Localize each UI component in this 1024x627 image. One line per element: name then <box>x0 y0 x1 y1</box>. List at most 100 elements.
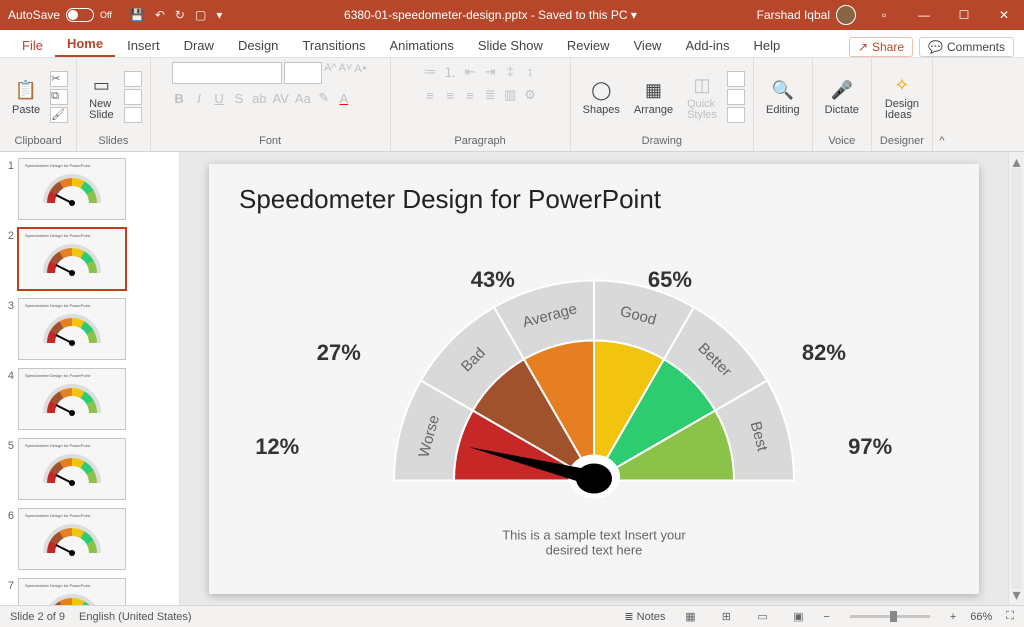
shapes-button[interactable]: ◯Shapes <box>579 76 624 118</box>
indent-right-icon[interactable]: ⇥ <box>483 64 497 80</box>
percent-label-3[interactable]: 65% <box>648 267 692 293</box>
tab-insert[interactable]: Insert <box>115 34 172 57</box>
highlight-icon[interactable]: ✎ <box>317 90 331 106</box>
comments-button[interactable]: 💬Comments <box>919 37 1014 57</box>
tab-slideshow[interactable]: Slide Show <box>466 34 555 57</box>
grow-font-icon[interactable]: A^ <box>324 62 337 84</box>
shadow-icon[interactable]: ab <box>252 91 266 106</box>
ribbon-options-icon[interactable]: ▫ <box>864 0 904 30</box>
zoom-level[interactable]: 66% <box>970 611 992 623</box>
maximize-icon[interactable]: ☐ <box>944 0 984 30</box>
save-icon[interactable]: 💾 <box>130 8 145 22</box>
minimize-icon[interactable]: — <box>904 0 944 30</box>
shape-effects-icon[interactable] <box>727 107 745 123</box>
columns-icon[interactable]: ▥ <box>503 87 517 103</box>
thumbnail-slide-3[interactable]: 3 Speedometer Design for PowerPoint <box>4 298 179 360</box>
sorter-view-icon[interactable]: ⊞ <box>715 610 737 623</box>
copy-icon[interactable]: ⧉ <box>50 89 68 105</box>
text-direction-icon[interactable]: ↕ <box>523 64 537 79</box>
autosave-toggle[interactable]: AutoSave Off <box>0 8 120 22</box>
align-right-icon[interactable]: ≡ <box>463 88 477 103</box>
thumbnail-slide-4[interactable]: 4 Speedometer Design for PowerPoint <box>4 368 179 430</box>
dictate-button[interactable]: 🎤Dictate <box>821 76 863 118</box>
align-center-icon[interactable]: ≡ <box>443 88 457 103</box>
strike-icon[interactable]: S <box>232 91 246 106</box>
zoom-in-icon[interactable]: + <box>950 611 956 623</box>
italic-icon[interactable]: I <box>192 91 206 106</box>
tab-transitions[interactable]: Transitions <box>290 34 377 57</box>
font-color-icon[interactable]: A <box>337 91 351 106</box>
thumbnail-slide-7[interactable]: 7 Speedometer Design for PowerPoint <box>4 578 179 605</box>
tab-addins[interactable]: Add-ins <box>673 34 741 57</box>
justify-icon[interactable]: ≣ <box>483 87 497 103</box>
cut-icon[interactable]: ✂ <box>50 71 68 87</box>
notes-button[interactable]: ≣ Notes <box>624 610 665 623</box>
slide-title[interactable]: Speedometer Design for PowerPoint <box>239 184 949 215</box>
user-account[interactable]: Farshad Iqbal <box>749 5 864 25</box>
share-button[interactable]: ↗Share <box>849 37 913 57</box>
underline-icon[interactable]: U <box>212 91 226 106</box>
shape-outline-icon[interactable] <box>727 89 745 105</box>
tab-design[interactable]: Design <box>226 34 290 57</box>
close-icon[interactable]: ✕ <box>984 0 1024 30</box>
bold-icon[interactable]: B <box>172 91 186 106</box>
align-left-icon[interactable]: ≡ <box>423 88 437 103</box>
slide-counter[interactable]: Slide 2 of 9 <box>10 611 65 623</box>
language-status[interactable]: English (United States) <box>79 611 192 623</box>
percent-label-2[interactable]: 43% <box>471 267 515 293</box>
scrollbar-track[interactable] <box>1011 168 1022 589</box>
font-size-input[interactable] <box>284 62 322 84</box>
qat-dropdown-icon[interactable]: ▾ <box>216 8 222 22</box>
slide-subtext[interactable]: This is a sample text Insert your desire… <box>354 528 834 558</box>
start-slideshow-icon[interactable]: ▢ <box>195 8 206 22</box>
slideshow-view-icon[interactable]: ▣ <box>787 610 809 623</box>
thumbnail-slide-2[interactable]: 2 Speedometer Design for PowerPoint <box>4 228 179 290</box>
fit-window-icon[interactable]: ⛶ <box>1006 610 1014 623</box>
clear-format-icon[interactable]: A‣ <box>354 62 368 84</box>
speedometer-chart[interactable]: WorseBadAverageGoodBetterBest This is a … <box>354 251 834 558</box>
percent-label-1[interactable]: 27% <box>317 340 361 366</box>
zoom-slider[interactable] <box>850 615 930 618</box>
editing-button[interactable]: 🔍Editing <box>762 76 804 118</box>
tab-animations[interactable]: Animations <box>378 34 466 57</box>
arrange-button[interactable]: ▦Arrange <box>630 76 677 118</box>
thumbnail-slide-6[interactable]: 6 Speedometer Design for PowerPoint <box>4 508 179 570</box>
chevron-down-icon[interactable]: ▾ <box>631 8 637 22</box>
percent-label-5[interactable]: 97% <box>848 434 892 460</box>
slide-canvas[interactable]: Speedometer Design for PowerPoint WorseB… <box>180 152 1008 605</box>
indent-left-icon[interactable]: ⇤ <box>463 64 477 80</box>
percent-label-4[interactable]: 82% <box>802 340 846 366</box>
tab-home[interactable]: Home <box>55 32 115 57</box>
font-name-input[interactable] <box>172 62 282 84</box>
scroll-down-icon[interactable]: ▾ <box>1009 585 1024 605</box>
spacing-icon[interactable]: AV <box>273 91 289 106</box>
undo-icon[interactable]: ↶ <box>155 8 165 22</box>
line-spacing-icon[interactable]: ‡ <box>503 64 517 79</box>
tab-help[interactable]: Help <box>742 34 793 57</box>
format-painter-icon[interactable]: 🖌 <box>50 107 68 123</box>
tab-view[interactable]: View <box>622 34 674 57</box>
collapse-ribbon-icon[interactable]: ^ <box>933 58 951 151</box>
zoom-out-icon[interactable]: − <box>823 611 829 623</box>
reset-icon[interactable] <box>124 89 142 105</box>
thumbnail-slide-1[interactable]: 1 Speedometer Design for PowerPoint <box>4 158 179 220</box>
redo-icon[interactable]: ↻ <box>175 8 185 22</box>
tab-review[interactable]: Review <box>555 34 622 57</box>
slide[interactable]: Speedometer Design for PowerPoint WorseB… <box>209 164 979 594</box>
normal-view-icon[interactable]: ▦ <box>679 610 701 623</box>
bullets-icon[interactable]: ≔ <box>423 64 437 80</box>
shrink-font-icon[interactable]: A˅ <box>339 62 353 84</box>
numbering-icon[interactable]: ⒈ <box>443 62 457 81</box>
section-icon[interactable] <box>124 107 142 123</box>
vertical-scrollbar[interactable]: ▴ ▾ <box>1008 152 1024 605</box>
tab-draw[interactable]: Draw <box>172 34 226 57</box>
new-slide-button[interactable]: ▭ New Slide <box>85 71 117 123</box>
quick-styles-button[interactable]: ◫Quick Styles <box>683 71 721 123</box>
case-icon[interactable]: Aa <box>295 91 311 106</box>
percent-label-0[interactable]: 12% <box>255 434 299 460</box>
reading-view-icon[interactable]: ▭ <box>751 610 773 623</box>
thumbnail-slide-5[interactable]: 5 Speedometer Design for PowerPoint <box>4 438 179 500</box>
tab-file[interactable]: File <box>10 34 55 57</box>
layout-icon[interactable] <box>124 71 142 87</box>
smartart-icon[interactable]: ⚙ <box>523 87 537 103</box>
